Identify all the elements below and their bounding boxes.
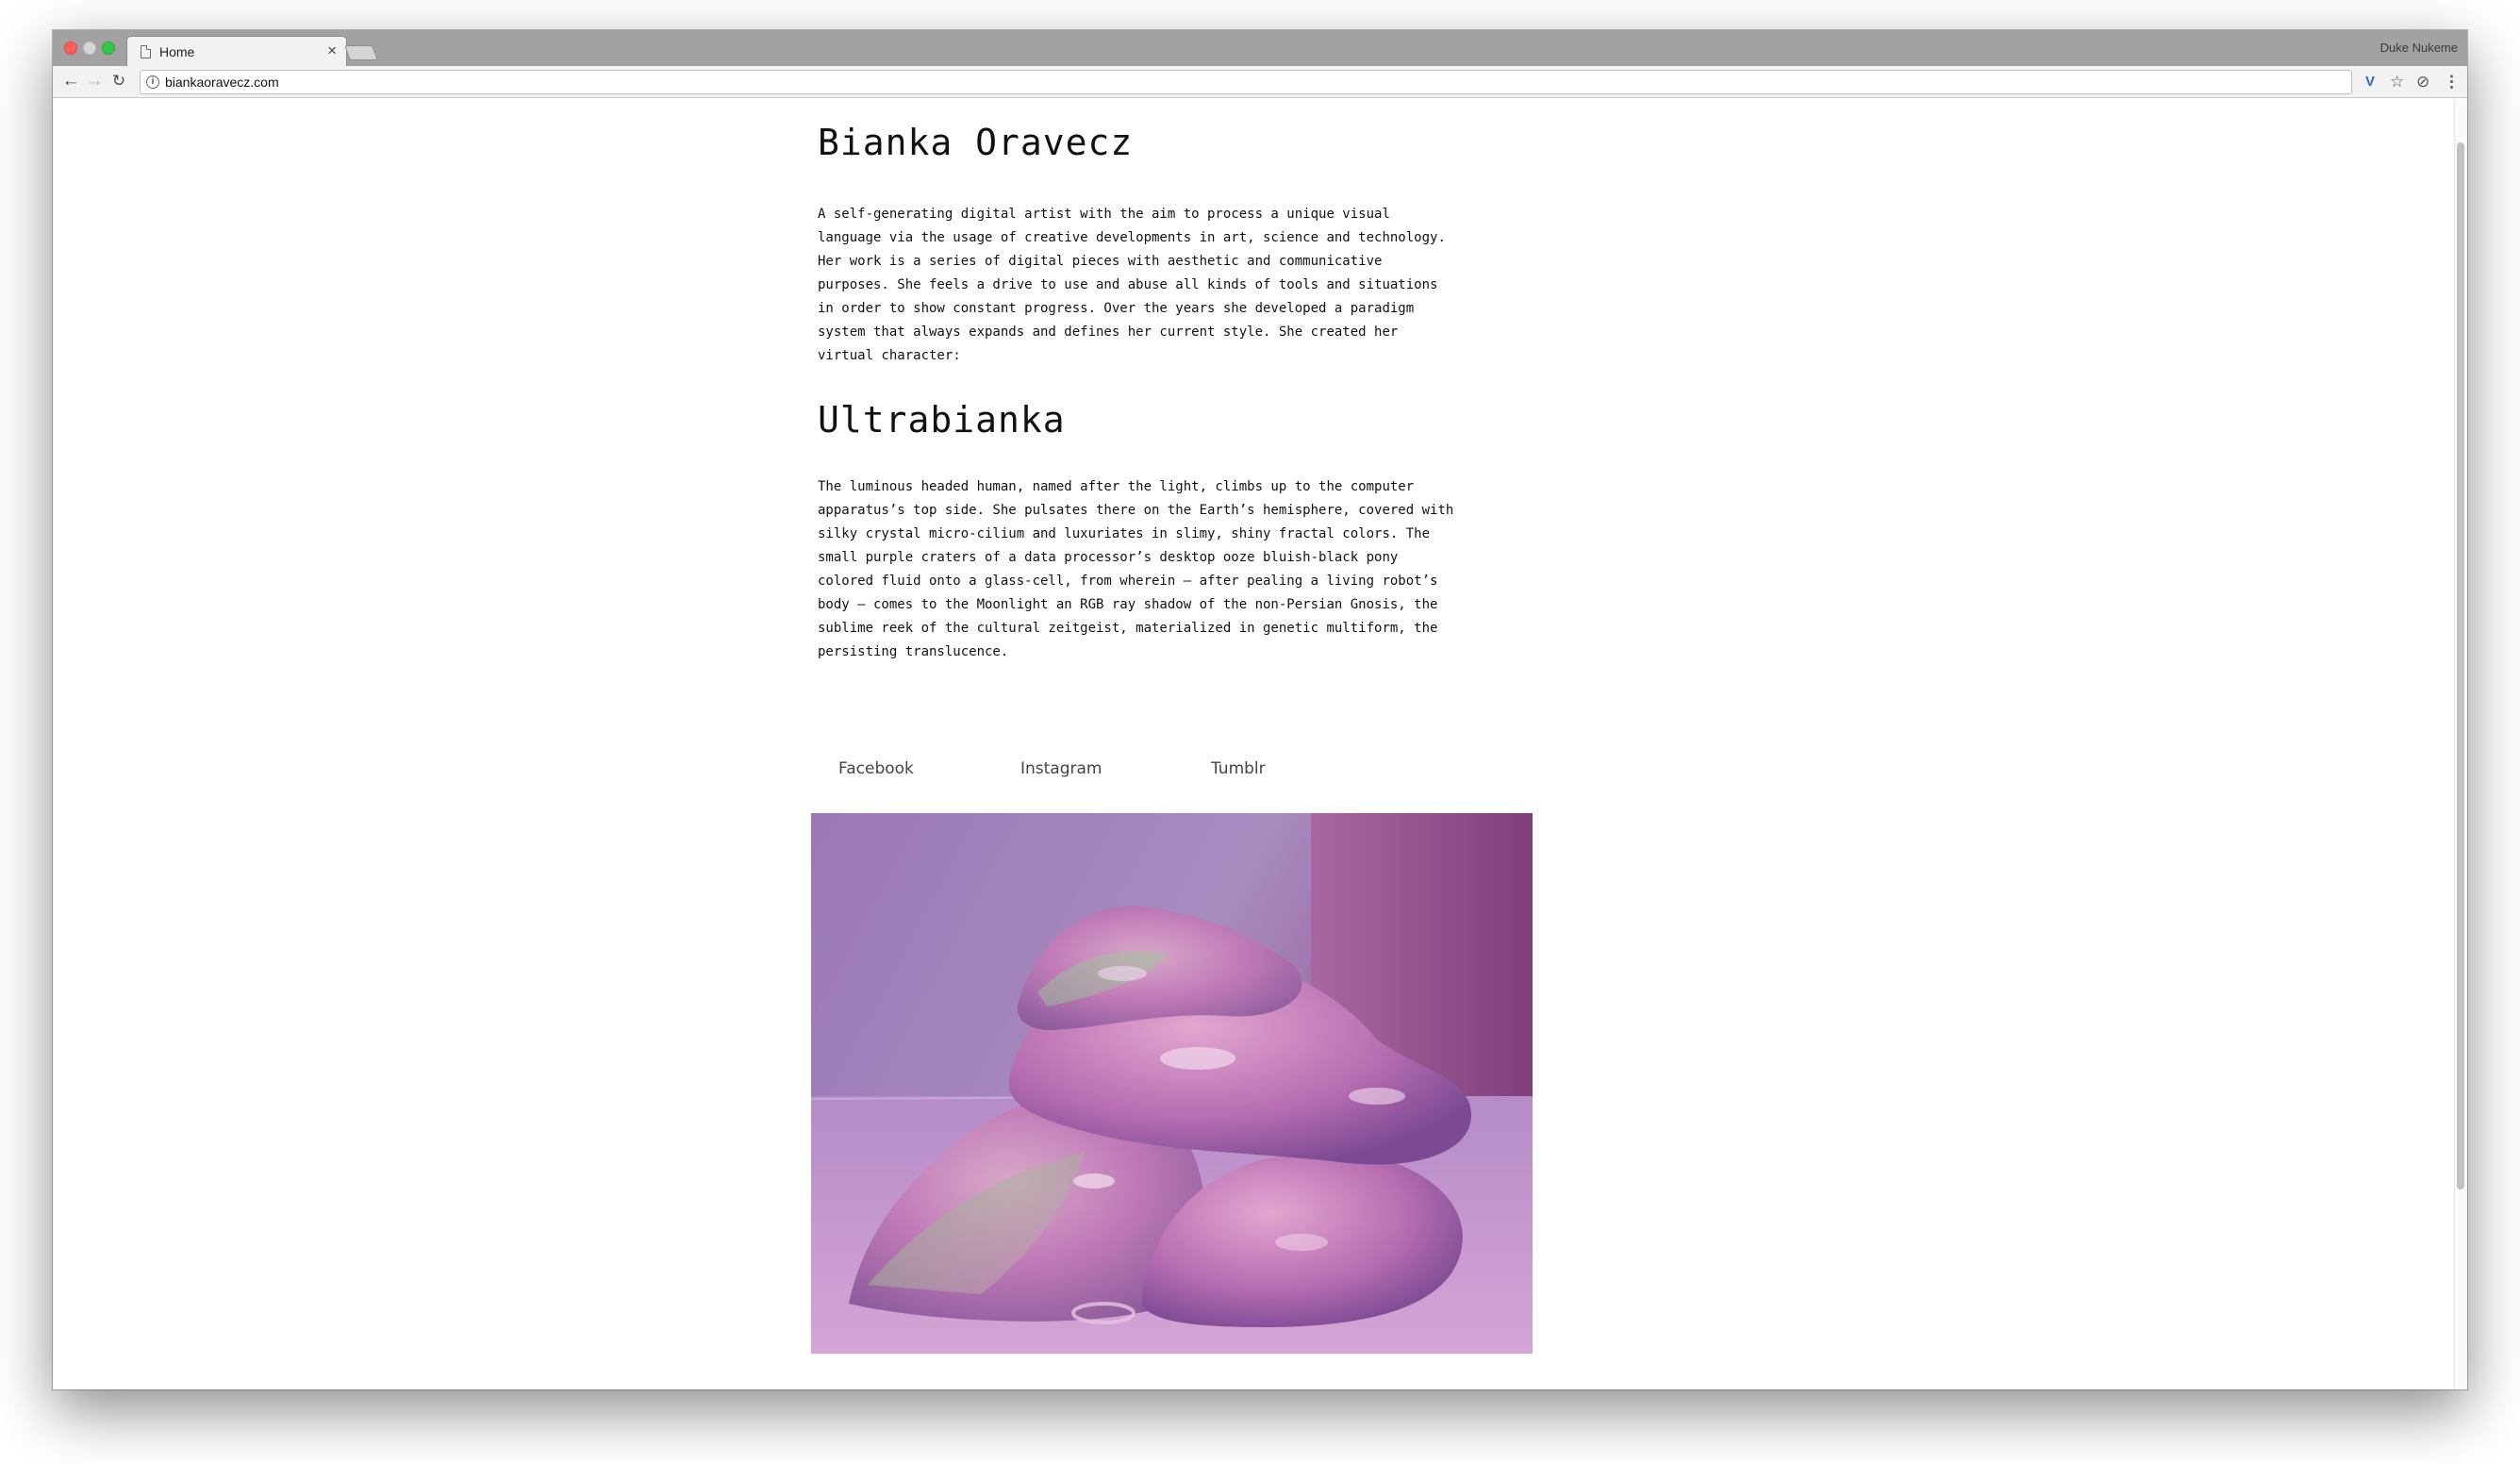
zoom-window-button[interactable] <box>102 42 115 55</box>
browser-toolbar: ← → ↻ i biankaoravecz.com V ☆ ⊘ ⋮ <box>53 66 2467 98</box>
facebook-link[interactable]: Facebook <box>838 759 914 778</box>
bio-paragraph: A self-generating digital artist with th… <box>818 207 1446 363</box>
page-viewport: Bianka Oravecz A self-generating digital… <box>53 99 2467 1389</box>
character-heading: Ultrabianka <box>818 399 1066 441</box>
tumblr-link[interactable]: Tumblr <box>1211 759 1266 778</box>
extension-icon[interactable]: ⊘ <box>2416 72 2429 92</box>
new-tab-button[interactable] <box>344 45 378 60</box>
profile-name[interactable]: Duke Nukeme <box>2380 41 2458 55</box>
address-bar[interactable]: i biankaoravecz.com <box>140 70 2352 94</box>
page-title: Bianka Oravecz <box>818 122 1134 163</box>
browser-menu-icon[interactable]: ⋮ <box>2444 72 2460 92</box>
tab-close-icon[interactable]: × <box>327 42 337 60</box>
forward-arrow-icon[interactable]: → <box>84 70 105 92</box>
site-info-icon[interactable]: i <box>146 75 159 89</box>
url-text[interactable]: biankaoravecz.com <box>165 75 279 90</box>
artwork-image <box>811 813 1533 1354</box>
vimeo-extension-icon[interactable]: V <box>2365 72 2375 92</box>
minimize-window-button[interactable] <box>83 42 96 55</box>
close-window-button[interactable] <box>64 42 77 55</box>
scrollbar-track[interactable] <box>2454 99 2467 1389</box>
tab-title: Home <box>159 44 195 59</box>
scrollbar-thumb[interactable] <box>2457 142 2464 1190</box>
browser-window: Home × Duke Nukeme ← → ↻ i biankaoravecz… <box>53 30 2467 1389</box>
instagram-link[interactable]: Instagram <box>1020 759 1102 778</box>
reload-icon[interactable]: ↻ <box>108 70 129 92</box>
page-icon <box>141 45 151 58</box>
back-arrow-icon[interactable]: ← <box>60 70 81 92</box>
tab-home[interactable]: Home × <box>126 36 347 66</box>
story-paragraph: The luminous headed human, named after t… <box>818 479 1454 659</box>
tab-strip: Home × Duke Nukeme <box>53 30 2467 66</box>
bookmark-star-icon[interactable]: ☆ <box>2390 72 2404 92</box>
